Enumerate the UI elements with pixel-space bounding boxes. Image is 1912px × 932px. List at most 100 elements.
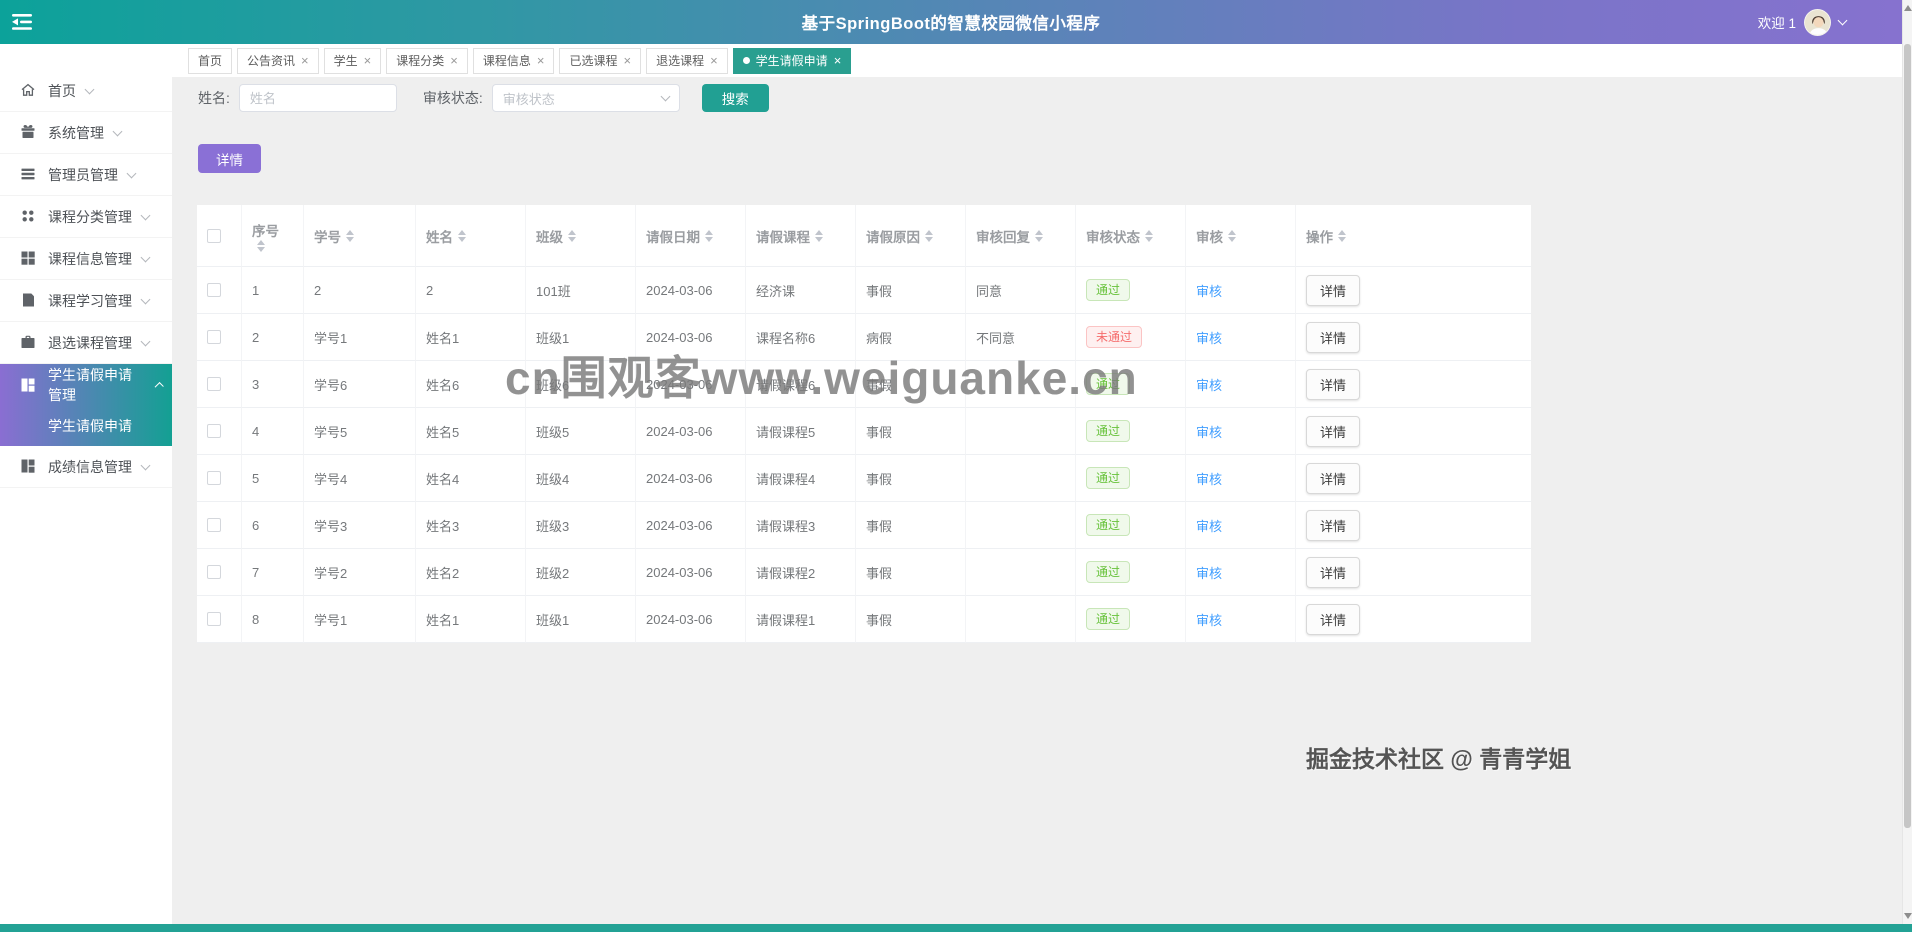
column-header-label: 学号 (314, 226, 341, 246)
row-detail-button[interactable]: 详情 (1306, 604, 1360, 635)
review-link[interactable]: 审核 (1196, 328, 1222, 347)
close-icon[interactable]: × (834, 54, 842, 67)
sidebar-item[interactable]: 课程分类管理 (0, 196, 172, 238)
tab[interactable]: 公告资讯× (237, 48, 319, 74)
scrollbar-thumb[interactable] (1904, 44, 1911, 828)
row-checkbox[interactable] (207, 518, 221, 532)
cell-text: 姓名6 (426, 375, 459, 394)
sidebar-item[interactable]: 管理员管理 (0, 154, 172, 196)
table-row: 5学号4姓名4班级42024-03-06请假课程4事假通过审核详情 (197, 455, 1531, 502)
sort-icon[interactable] (1035, 230, 1043, 242)
user-menu[interactable]: 欢迎 1 (1758, 9, 1846, 36)
cell-actions: 详情 (1296, 455, 1531, 502)
close-icon[interactable]: × (537, 54, 545, 67)
cell-select (197, 361, 242, 408)
detail-button[interactable]: 详情 (198, 144, 261, 173)
close-icon[interactable]: × (623, 54, 631, 67)
sort-icon[interactable] (815, 230, 823, 242)
search-button[interactable]: 搜索 (702, 84, 769, 112)
row-detail-button[interactable]: 详情 (1306, 510, 1360, 541)
row-detail-button[interactable]: 详情 (1306, 275, 1360, 306)
row-checkbox[interactable] (207, 471, 221, 485)
cell-reason: 事假 (856, 361, 966, 408)
tab[interactable]: 首页 (188, 48, 232, 74)
cell-date: 2024-03-06 (636, 502, 746, 549)
close-icon[interactable]: × (364, 54, 372, 67)
row-checkbox[interactable] (207, 283, 221, 297)
row-checkbox[interactable] (207, 612, 221, 626)
sort-icon[interactable] (705, 230, 713, 242)
chevron-down-icon (113, 126, 123, 136)
close-icon[interactable]: × (710, 54, 718, 67)
cell-text: 班级2 (536, 563, 569, 582)
review-link[interactable]: 审核 (1196, 375, 1222, 394)
sort-icon[interactable] (925, 230, 933, 242)
cell-text: 2024-03-06 (646, 471, 713, 486)
cell-student-no: 学号2 (304, 549, 416, 596)
review-link[interactable]: 审核 (1196, 281, 1222, 300)
sidebar-item[interactable]: 学生请假申请管理 (0, 364, 172, 406)
row-checkbox[interactable] (207, 330, 221, 344)
tab-active[interactable]: 学生请假申请× (733, 48, 852, 74)
close-icon[interactable]: × (301, 54, 309, 67)
sidebar-item[interactable]: 首页 (0, 70, 172, 112)
cell-text: 姓名5 (426, 422, 459, 441)
name-filter-label: 姓名: (198, 88, 230, 108)
tab[interactable]: 退选课程× (646, 48, 728, 74)
row-checkbox[interactable] (207, 565, 221, 579)
review-link[interactable]: 审核 (1196, 563, 1222, 582)
tab[interactable]: 已选课程× (559, 48, 641, 74)
cell-index: 4 (242, 408, 304, 455)
review-link[interactable]: 审核 (1196, 516, 1222, 535)
sidebar-item[interactable]: 系统管理 (0, 112, 172, 154)
tab[interactable]: 学生× (324, 48, 382, 74)
vertical-scrollbar[interactable] (1902, 0, 1912, 924)
tab[interactable]: 课程信息× (473, 48, 555, 74)
status-select-placeholder: 审核状态 (503, 89, 555, 108)
name-filter-input[interactable] (239, 84, 397, 112)
cell-text: 事假 (866, 563, 892, 582)
cell-name: 姓名4 (416, 455, 526, 502)
cell-text: 2024-03-06 (646, 518, 713, 533)
status-filter-select[interactable]: 审核状态 (492, 84, 680, 112)
sidebar-item[interactable]: 课程学习管理 (0, 280, 172, 322)
sort-icon[interactable] (458, 230, 466, 242)
tab[interactable]: 课程分类× (386, 48, 468, 74)
review-link[interactable]: 审核 (1196, 422, 1222, 441)
sidebar-item[interactable]: 课程信息管理 (0, 238, 172, 280)
row-checkbox[interactable] (207, 424, 221, 438)
select-all-checkbox[interactable] (207, 229, 221, 243)
sort-icon[interactable] (346, 230, 354, 242)
sort-icon[interactable] (1228, 230, 1236, 242)
cell-actions: 详情 (1296, 314, 1531, 361)
column-header: 操作 (1296, 205, 1531, 267)
table-row: 6学号3姓名3班级32024-03-06请假课程3事假通过审核详情 (197, 502, 1531, 549)
sort-icon[interactable] (1145, 230, 1153, 242)
scroll-up-arrow-icon[interactable] (1904, 5, 1912, 11)
row-detail-button[interactable]: 详情 (1306, 322, 1360, 353)
review-link[interactable]: 审核 (1196, 469, 1222, 488)
cell-select (197, 408, 242, 455)
review-link[interactable]: 审核 (1196, 610, 1222, 629)
cell-class: 班级3 (526, 502, 636, 549)
status-badge: 通过 (1086, 514, 1130, 536)
sidebar-item[interactable]: 退选课程管理 (0, 322, 172, 364)
sort-icon[interactable] (568, 230, 576, 242)
close-icon[interactable]: × (450, 54, 458, 67)
tab-label: 首页 (198, 52, 222, 69)
row-detail-button[interactable]: 详情 (1306, 463, 1360, 494)
sort-icon[interactable] (257, 240, 265, 252)
sidebar-subitem[interactable]: 学生请假申请 (0, 406, 172, 446)
row-checkbox[interactable] (207, 377, 221, 391)
cell-text: 姓名3 (426, 516, 459, 535)
cell-reason: 事假 (856, 267, 966, 314)
row-detail-button[interactable]: 详情 (1306, 369, 1360, 400)
sidebar-item[interactable]: 成绩信息管理 (0, 446, 172, 488)
row-detail-button[interactable]: 详情 (1306, 416, 1360, 447)
avatar[interactable] (1804, 9, 1831, 36)
status-badge: 通过 (1086, 561, 1130, 583)
scroll-down-arrow-icon[interactable] (1904, 913, 1912, 919)
sort-icon[interactable] (1338, 230, 1346, 242)
row-detail-button[interactable]: 详情 (1306, 557, 1360, 588)
cell-review: 审核 (1186, 596, 1296, 643)
